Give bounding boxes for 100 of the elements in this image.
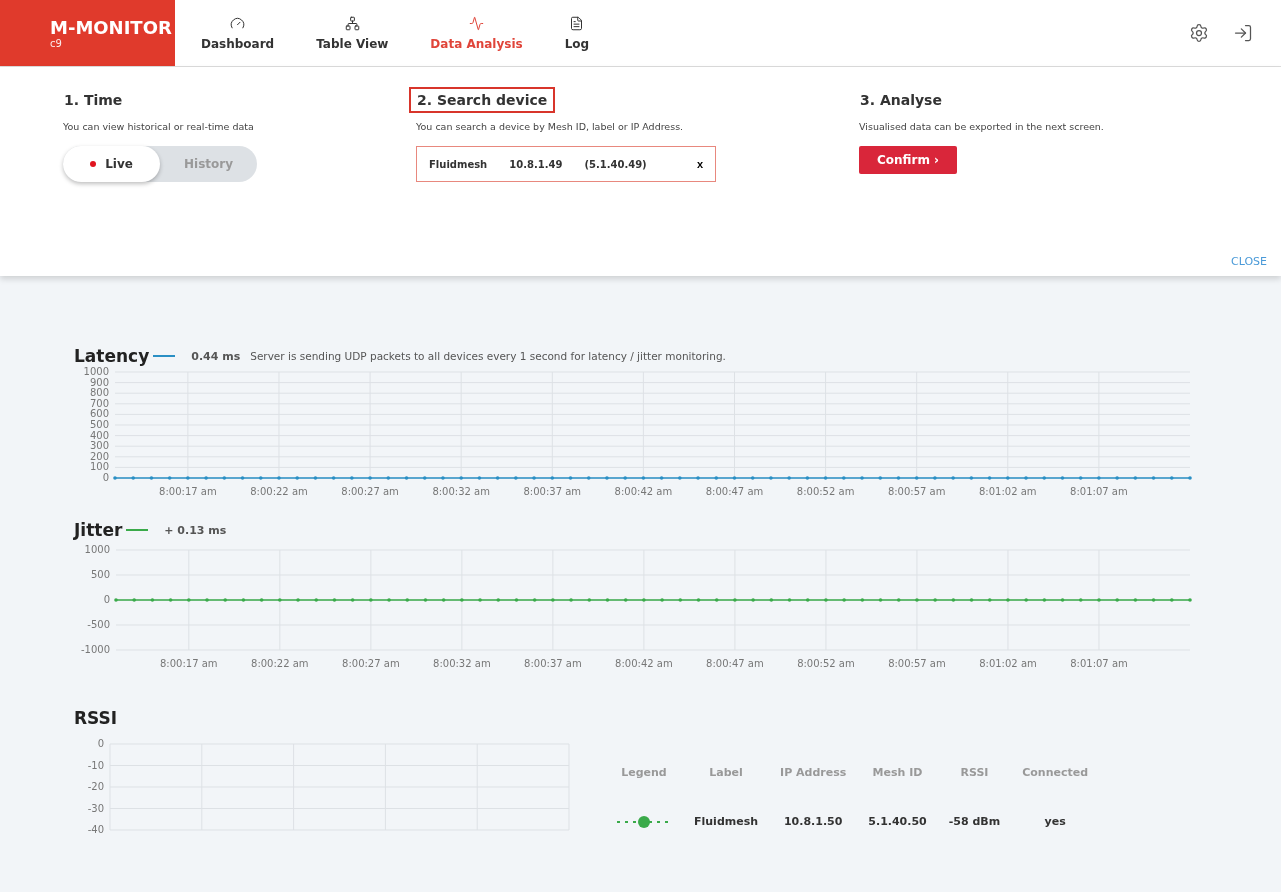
axis-tick-label: 700 xyxy=(89,397,109,409)
data-point xyxy=(387,598,391,602)
axis-tick-label: 500 xyxy=(90,569,110,580)
data-point xyxy=(113,476,117,480)
axis-tick-label: 8:00:27 am xyxy=(342,658,400,669)
data-point xyxy=(896,476,901,480)
axis-tick-label: 8:01:02 am xyxy=(979,486,1037,497)
chart-note: Server is sending UDP packets to all devices every 1 second for latency / jitter monitoring. xyxy=(250,350,726,362)
axis-tick-label: 400 xyxy=(89,429,109,441)
data-point xyxy=(331,476,336,480)
axis-tick-label: 8:00:42 am xyxy=(615,658,673,669)
data-point xyxy=(495,476,500,480)
data-point xyxy=(1006,476,1010,480)
gauge-icon xyxy=(230,15,246,31)
axis-tick-label: 500 xyxy=(89,419,109,430)
axis-tick-label: -10 xyxy=(87,759,104,771)
data-point xyxy=(878,476,883,480)
data-point xyxy=(805,598,810,602)
toggle-option[interactable]: Live xyxy=(63,146,160,182)
step-title: 1. Time xyxy=(63,91,124,110)
nav-tab[interactable]: Log xyxy=(550,0,604,66)
data-point xyxy=(751,598,755,602)
data-point xyxy=(532,598,537,602)
data-point xyxy=(1115,476,1119,480)
nav-tab[interactable]: Data Analysis xyxy=(416,0,537,66)
data-point xyxy=(714,476,719,480)
data-point xyxy=(896,598,901,602)
data-point xyxy=(951,598,956,602)
table-cell-text: 5.1.40.50 xyxy=(867,814,928,830)
axis-tick-label: 600 xyxy=(89,408,109,420)
activity-icon xyxy=(469,15,485,31)
data-point xyxy=(1115,598,1119,602)
step-title: 3. Analyse xyxy=(859,91,943,110)
data-point xyxy=(551,598,555,602)
data-point xyxy=(623,598,628,602)
data-point xyxy=(241,598,246,602)
live-dot-icon xyxy=(90,161,97,167)
axis-tick-label: 8:00:47 am xyxy=(706,658,764,669)
data-point xyxy=(696,598,701,602)
chart-title: Latency xyxy=(74,346,150,366)
data-point xyxy=(823,476,828,480)
data-point xyxy=(149,476,154,480)
axis-tick-label: 8:00:37 am xyxy=(524,658,582,669)
axis-tick-label: 100 xyxy=(89,461,109,473)
data-point xyxy=(350,598,355,602)
table-cell-text: 10.8.1.50 xyxy=(782,814,844,830)
axis-tick-label: 1000 xyxy=(84,544,110,555)
data-point xyxy=(1024,598,1028,602)
column-header: Connected xyxy=(1021,766,1090,781)
data-point xyxy=(1024,476,1028,480)
column-header: Label xyxy=(708,766,744,781)
data-point xyxy=(696,476,700,480)
data-point xyxy=(441,598,446,602)
settings-icon[interactable] xyxy=(1189,23,1209,43)
data-point xyxy=(1151,476,1156,480)
exit-door-icon[interactable] xyxy=(1233,23,1253,43)
data-point xyxy=(478,598,482,602)
data-point xyxy=(368,476,372,480)
data-point xyxy=(550,476,555,480)
data-point xyxy=(605,598,610,602)
data-point xyxy=(933,598,937,602)
data-point xyxy=(1079,598,1083,602)
data-point xyxy=(404,476,409,480)
data-point xyxy=(714,598,719,602)
logo-text: M-MONITOR xyxy=(50,17,173,38)
nav-tab[interactable]: Dashboard xyxy=(187,0,289,66)
data-point xyxy=(459,476,463,480)
data-point xyxy=(860,476,864,480)
axis-tick-label: 8:00:47 am xyxy=(705,486,764,497)
data-point xyxy=(805,476,810,480)
data-point xyxy=(605,476,609,480)
axis-tick-label: -40 xyxy=(87,824,104,835)
data-point xyxy=(477,476,482,480)
data-point xyxy=(1188,476,1192,480)
data-point xyxy=(168,598,173,602)
clear-button[interactable]: x xyxy=(696,158,703,170)
data-point xyxy=(769,476,773,480)
data-point xyxy=(586,476,591,480)
axis-tick-label: 8:00:17 am xyxy=(160,658,218,669)
data-point xyxy=(824,598,828,602)
data-point xyxy=(969,598,974,602)
data-point xyxy=(514,598,519,602)
jitter-reading: + 0.13 ms xyxy=(164,523,227,537)
data-point xyxy=(1060,476,1065,480)
data-point xyxy=(223,598,227,602)
nav-tab[interactable]: Table View xyxy=(302,0,403,66)
data-point xyxy=(787,598,792,602)
table-cell-text: -58 dBm xyxy=(947,814,1002,830)
confirm-button[interactable]: Confirm › xyxy=(859,146,958,174)
axis-tick-label: 8:00:22 am xyxy=(251,658,309,669)
data-point xyxy=(240,476,245,480)
data-point xyxy=(204,476,208,480)
data-point xyxy=(150,598,155,602)
data-point xyxy=(277,476,281,480)
column-header: RSSI xyxy=(959,766,990,781)
axis-tick-label: 300 xyxy=(89,440,109,452)
data-point xyxy=(167,476,172,480)
data-point xyxy=(951,476,955,480)
device-search-field[interactable]: Fluidmesh 10.8.1.49 (5.1.40.49) x xyxy=(416,146,716,182)
data-point xyxy=(641,476,646,480)
